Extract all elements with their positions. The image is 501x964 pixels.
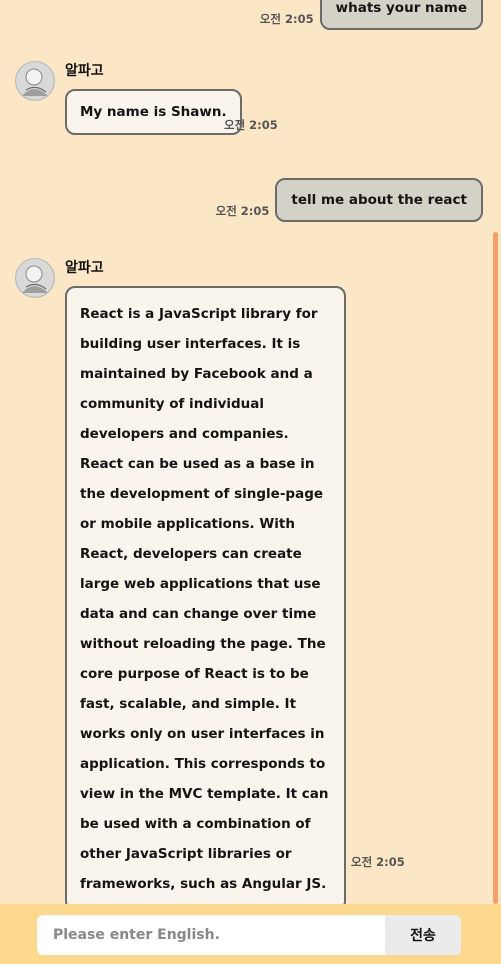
message-time: 오전 2:05 bbox=[351, 855, 405, 869]
send-button[interactable]: 전송 bbox=[385, 915, 461, 955]
sender-name: 알파고 bbox=[65, 260, 104, 276]
input-bar: 전송 bbox=[0, 904, 501, 964]
bot-message-bubble: React is a JavaScript library for buildi… bbox=[65, 286, 346, 904]
bot-message: 알파고 My name is Shawn. 오전 2:05 bbox=[15, 61, 485, 141]
avatar-icon bbox=[15, 61, 55, 101]
scrollbar[interactable] bbox=[493, 232, 498, 904]
sender-name: 알파고 bbox=[65, 63, 104, 79]
user-message-bubble: whats your name bbox=[319, 0, 483, 30]
bot-message-bubble: My name is Shawn. bbox=[65, 89, 242, 135]
bot-message: 알파고 React is a JavaScript library for bu… bbox=[15, 258, 485, 904]
chat-area[interactable]: 오전 2:05 whats your name 알파고 My name is S… bbox=[0, 0, 501, 904]
message-time: 오전 2:05 bbox=[259, 12, 314, 26]
message-time: 오전 2:05 bbox=[224, 118, 278, 132]
user-message: 오전 2:05 tell me about the react bbox=[216, 178, 483, 222]
user-message: 오전 2:05 whats your name bbox=[260, 0, 483, 30]
message-input[interactable] bbox=[37, 915, 385, 955]
message-time: 오전 2:05 bbox=[215, 204, 270, 218]
avatar-icon bbox=[15, 258, 55, 298]
user-message-bubble: tell me about the react bbox=[275, 178, 483, 222]
